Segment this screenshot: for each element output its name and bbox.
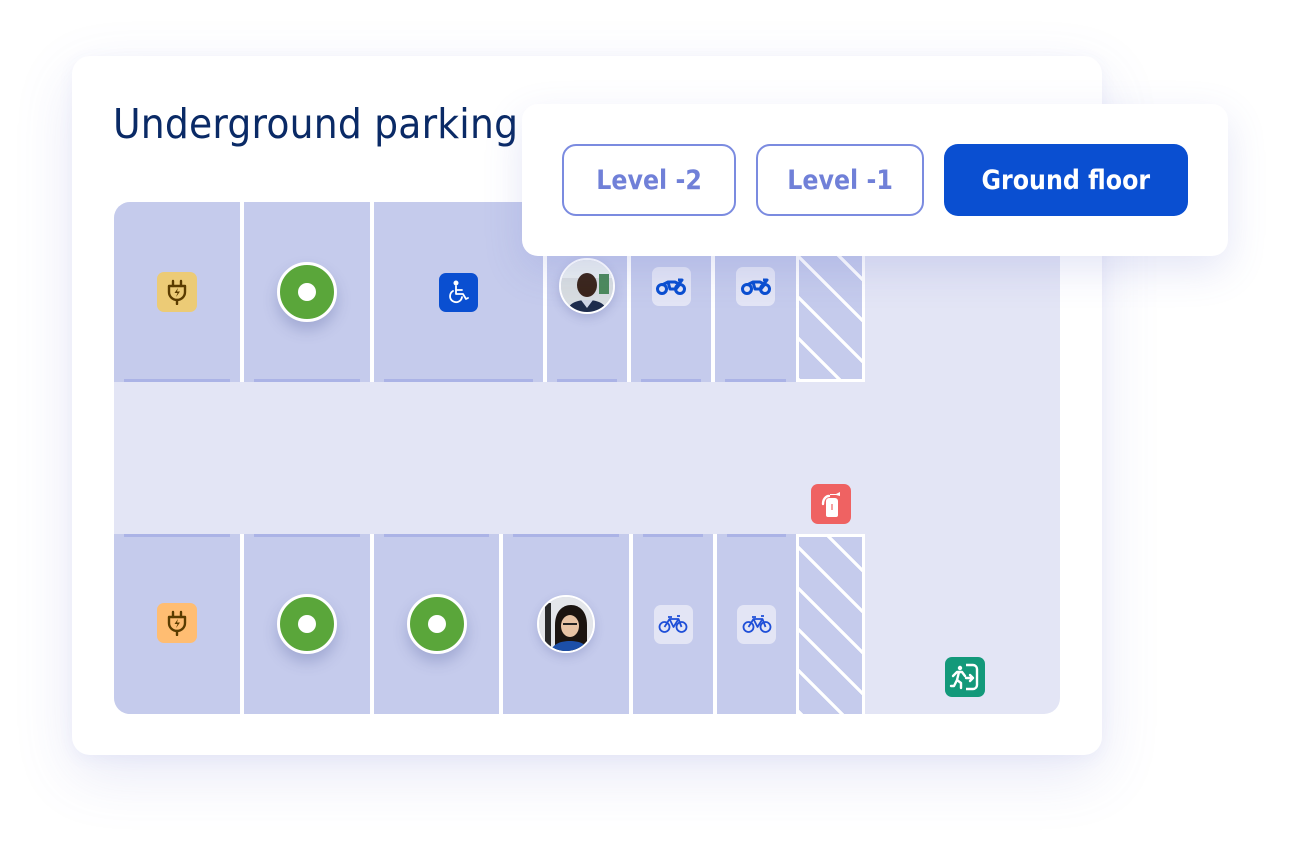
blocked-area (796, 534, 865, 714)
emergency-exit-icon[interactable] (945, 657, 985, 697)
parking-spot-ev-charging[interactable] (114, 202, 240, 382)
available-spot-icon (277, 594, 337, 654)
wheelchair-icon (439, 272, 478, 312)
ground-floor-button[interactable]: Ground floor (944, 144, 1188, 216)
parking-floor-map (114, 202, 1060, 714)
ev-plug-icon (157, 603, 197, 643)
parking-spot-available[interactable] (374, 534, 499, 714)
fire-extinguisher-icon (811, 484, 851, 524)
level-selector: Level -2 Level -1 Ground floor (522, 104, 1228, 256)
available-spot-icon (406, 594, 467, 654)
parking-spot-booked[interactable] (503, 534, 629, 714)
bicycle-icon (737, 604, 776, 644)
available-spot-icon (277, 262, 337, 322)
level-button-label: Level -1 (787, 164, 893, 196)
level-minus-1-button[interactable]: Level -1 (756, 144, 924, 216)
parking-spot-available[interactable] (244, 202, 370, 382)
avatar[interactable] (537, 595, 595, 653)
parking-spot-available[interactable] (244, 534, 370, 714)
level-button-label: Level -2 (596, 164, 702, 196)
motorcycle-icon (736, 266, 775, 306)
bicycle-icon (653, 604, 693, 644)
parking-spot-bicycle[interactable] (633, 534, 713, 714)
avatar[interactable] (559, 258, 615, 314)
parking-spot-ev-charging[interactable] (114, 534, 240, 714)
parking-spot-accessible[interactable] (374, 202, 543, 382)
level-button-label: Ground floor (981, 164, 1151, 196)
parking-spot-bicycle[interactable] (717, 534, 796, 714)
ev-plug-icon (157, 272, 197, 312)
motorcycle-icon (651, 266, 691, 306)
level-minus-2-button[interactable]: Level -2 (562, 144, 736, 216)
page-title: Underground parking (113, 100, 519, 148)
